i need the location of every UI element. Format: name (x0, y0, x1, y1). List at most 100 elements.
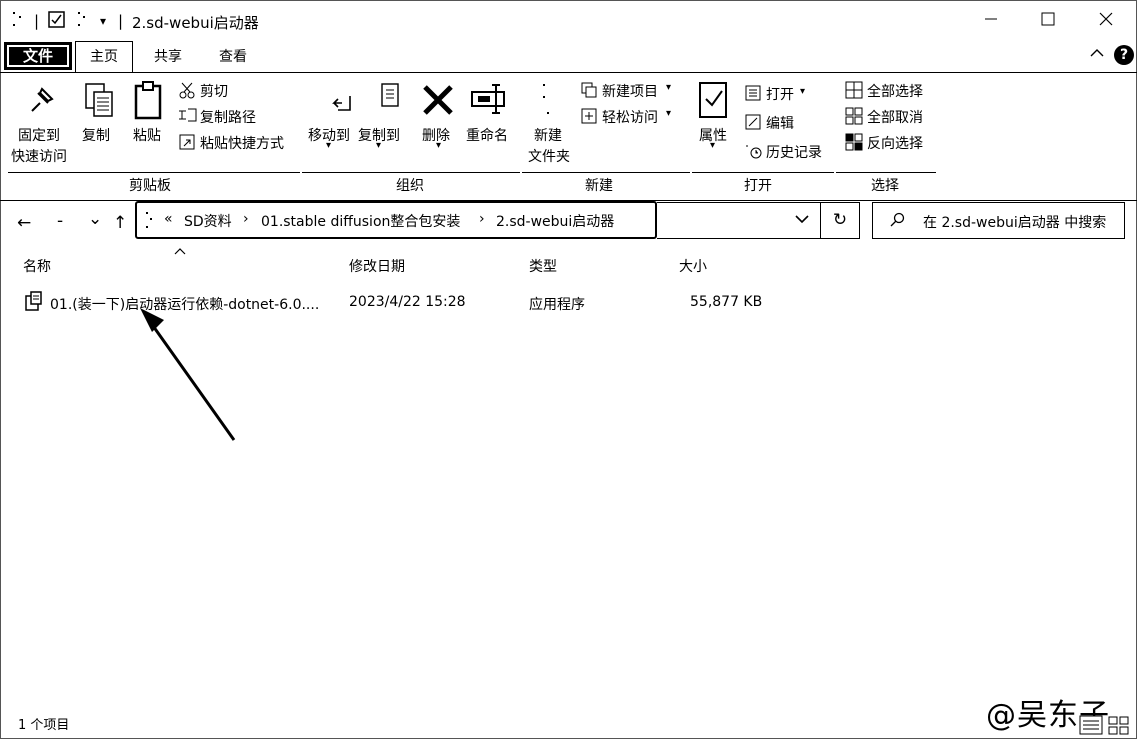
copy-icon (84, 82, 116, 124)
file-size: 55,877 KB (690, 294, 763, 310)
new-folder-label-line2: 文件夹 (528, 149, 570, 165)
properties-icon (698, 81, 730, 125)
open-icon (744, 84, 762, 106)
address-history-chevron-icon[interactable] (795, 212, 809, 228)
tab-view[interactable]: 查看 (219, 42, 247, 72)
cut-button[interactable]: 剪切 (200, 81, 228, 101)
select-none-button[interactable]: 全部取消 (867, 107, 923, 127)
search-placeholder: 在 2.sd-webui启动器 中搜索 (923, 215, 1107, 231)
edit-icon (744, 113, 762, 135)
paste-icon (133, 80, 163, 124)
delete-chevron-icon[interactable]: ▾ (436, 140, 441, 151)
copy-button[interactable]: 复制 (82, 125, 110, 145)
group-label-organize: 组织 (396, 178, 424, 194)
group-divider (302, 172, 520, 173)
close-icon (1099, 12, 1113, 26)
search-icon (889, 212, 905, 232)
up-button[interactable]: ↑ (113, 213, 127, 233)
select-all-icon (845, 81, 863, 103)
new-folder-qa-icon[interactable] (76, 10, 88, 32)
folder-icon (144, 210, 154, 234)
breadcrumb-separator[interactable]: › (243, 211, 249, 227)
separator: | (34, 12, 40, 30)
help-button[interactable]: ? (1114, 45, 1134, 65)
new-item-button[interactable]: 新建项目 (602, 81, 658, 101)
new-item-icon (580, 81, 598, 103)
move-to-chevron-icon[interactable]: ▾ (326, 140, 331, 151)
history-button[interactable]: 历史记录 (766, 142, 822, 162)
details-view-icon[interactable] (1079, 714, 1103, 740)
application-file-icon (23, 290, 45, 316)
back-button[interactable]: ← (17, 213, 31, 233)
group-divider (522, 172, 690, 173)
customize-qa-dropdown[interactable]: ▾ (100, 14, 106, 28)
open-button[interactable]: 打开 (766, 84, 794, 104)
breadcrumb-item[interactable]: 01.stable diffusion整合包安装 (261, 211, 460, 231)
invert-selection-button[interactable]: 反向选择 (867, 133, 923, 153)
pin-label-line1: 固定到 (18, 128, 60, 144)
new-folder-icon (540, 82, 552, 124)
tab-home[interactable]: 主页 (75, 41, 133, 73)
paste-button[interactable]: 粘贴 (133, 125, 161, 145)
rename-button[interactable]: 重命名 (466, 125, 508, 145)
minimize-icon (985, 18, 997, 20)
new-item-chevron-icon[interactable]: ▾ (666, 82, 671, 93)
new-folder-label-line1: 新建 (534, 128, 562, 144)
close-button[interactable] (1083, 6, 1129, 36)
breadcrumb-overflow[interactable]: « (164, 211, 173, 227)
move-to-icon (328, 90, 354, 120)
window-title: 2.sd-webui启动器 (132, 14, 259, 32)
copy-path-icon (178, 107, 198, 127)
separator: | (118, 12, 124, 30)
easy-access-button[interactable]: 轻松访问 (602, 107, 658, 127)
properties-chevron-icon[interactable]: ▾ (710, 140, 715, 151)
history-icon (744, 142, 762, 164)
breadcrumb-item[interactable]: 2.sd-webui启动器 (496, 211, 614, 231)
tab-share[interactable]: 共享 (154, 42, 182, 72)
cut-icon (178, 81, 196, 103)
refresh-button[interactable]: ↻ (820, 202, 860, 239)
group-label-new: 新建 (585, 178, 613, 194)
group-divider (692, 172, 834, 173)
paste-shortcut-icon (178, 133, 196, 155)
search-box[interactable]: 在 2.sd-webui启动器 中搜索 (872, 202, 1125, 239)
maximize-button[interactable] (1025, 6, 1071, 36)
paste-shortcut-button[interactable]: 粘贴快捷方式 (200, 133, 284, 153)
maximize-icon (1041, 12, 1055, 26)
select-all-button[interactable]: 全部选择 (867, 81, 923, 101)
column-header-size[interactable]: 大小 (679, 256, 707, 276)
delete-icon (421, 83, 455, 121)
title-bar: | ▾ | 2.sd-webui启动器 (0, 0, 1137, 42)
recent-locations-button[interactable]: ⌄ (88, 209, 102, 229)
column-header-type[interactable]: 类型 (529, 256, 557, 276)
select-none-icon (845, 107, 863, 129)
copy-path-button[interactable]: 复制路径 (200, 107, 256, 127)
annotation-arrow (140, 308, 236, 441)
breadcrumb-separator[interactable]: › (479, 211, 485, 227)
easy-access-icon (580, 107, 598, 129)
properties-checkbox-icon[interactable] (48, 11, 66, 33)
group-label-select: 选择 (871, 178, 899, 194)
edit-button[interactable]: 编辑 (766, 113, 794, 133)
app-icon[interactable] (12, 10, 24, 32)
group-label-clipboard: 剪贴板 (129, 178, 171, 194)
breadcrumb-item[interactable]: SD资料 (184, 211, 232, 231)
easy-access-chevron-icon[interactable]: ▾ (666, 108, 671, 119)
forward-button[interactable]: - (57, 211, 63, 231)
column-header-name[interactable]: 名称 (23, 256, 51, 276)
open-chevron-icon[interactable]: ▾ (800, 86, 805, 97)
large-icons-view-icon[interactable] (1107, 714, 1131, 740)
minimize-button[interactable] (968, 6, 1014, 36)
column-header-modified[interactable]: 修改日期 (349, 256, 405, 276)
rename-icon (470, 82, 510, 120)
copy-to-chevron-icon[interactable]: ▾ (376, 140, 381, 151)
group-divider (836, 172, 936, 173)
copy-to-icon (378, 82, 404, 116)
file-modified: 2023/4/22 15:28 (349, 294, 466, 310)
collapse-ribbon-chevron-icon[interactable] (1090, 46, 1104, 62)
tab-file[interactable]: 文件 (4, 42, 72, 70)
pin-label-line2: 快速访问 (11, 149, 67, 165)
group-divider (8, 172, 300, 173)
file-type: 应用程序 (529, 297, 585, 313)
pin-icon (26, 85, 56, 119)
